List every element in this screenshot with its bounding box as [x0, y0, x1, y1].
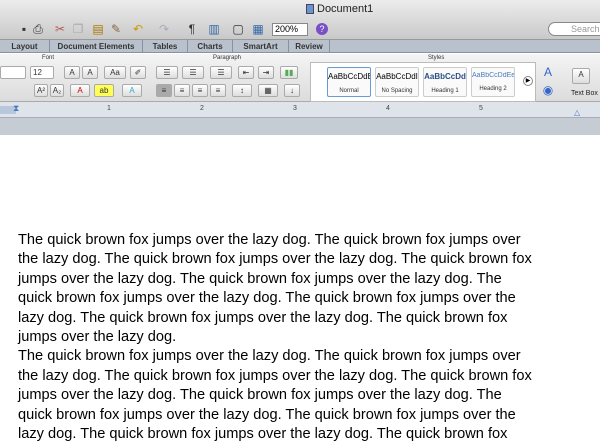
text-line: the lazy dog. The quick brown fox jumps …: [18, 367, 532, 384]
grow-font-button[interactable]: A: [64, 66, 80, 79]
styles-gallery: AaBbCcDdE Normal AaBbCcDdI No Spacing AaBb…: [310, 62, 536, 102]
columns-button[interactable]: ▮▮: [280, 66, 298, 79]
borders-button[interactable]: ▦: [258, 84, 278, 97]
text-line: jumps over the lazy dog. The quick brown…: [18, 270, 502, 287]
paste-icon[interactable]: ▤: [90, 21, 106, 37]
multilevel-list-button[interactable]: ☰: [210, 66, 232, 79]
clear-formatting-button[interactable]: ✐: [130, 66, 146, 79]
right-indent-icon[interactable]: △: [574, 108, 580, 117]
document-page[interactable]: The quick brown fox jumps over the lazy …: [0, 135, 600, 442]
sort-button[interactable]: ↓: [284, 84, 300, 97]
gallery-icon[interactable]: ▢: [230, 21, 246, 37]
ribbon: Font Paragraph Styles 12 A A Aa ✐ A² A₂ …: [0, 54, 600, 102]
indent-marker-icon[interactable]: ⧗: [13, 103, 19, 114]
style-heading-2[interactable]: AaBbCcDdEe Heading 2: [471, 67, 515, 97]
increase-indent-button[interactable]: ⇥: [258, 66, 274, 79]
text-box-label[interactable]: Text Box: [571, 90, 598, 97]
copy-icon[interactable]: ❐: [70, 21, 86, 37]
text-line: lazy dog. The quick brown fox jumps over…: [18, 309, 508, 326]
style-normal[interactable]: AaBbCcDdE Normal: [327, 67, 371, 97]
shrink-font-button[interactable]: A: [82, 66, 98, 79]
window-title: Document1: [306, 3, 373, 15]
style-heading-1[interactable]: AaBbCcDd Heading 1: [423, 67, 467, 97]
font-name-input[interactable]: [0, 66, 26, 79]
zoom-select[interactable]: 200%: [272, 23, 308, 36]
decrease-indent-button[interactable]: ⇤: [238, 66, 254, 79]
pilcrow-icon[interactable]: ¶: [184, 21, 200, 37]
text-line: The quick brown fox jumps over the lazy …: [18, 348, 521, 365]
change-case-button[interactable]: Aa: [104, 66, 126, 79]
styles-group-label: Styles: [428, 55, 445, 61]
align-right-button[interactable]: ≡: [192, 84, 208, 97]
ribbon-tabs: Layout Document Elements Tables Charts S…: [0, 40, 600, 53]
justify-button[interactable]: ≡: [210, 84, 226, 97]
shape-icon[interactable]: ◉: [540, 82, 556, 98]
text-effects-button[interactable]: A: [122, 84, 142, 97]
subscript-button[interactable]: A₂: [50, 84, 64, 97]
tab-smartart[interactable]: SmartArt: [233, 40, 289, 52]
bullets-button[interactable]: ☰: [156, 66, 178, 79]
tab-tables[interactable]: Tables: [143, 40, 188, 52]
format-painter-icon[interactable]: ✎: [108, 21, 124, 37]
sidebar-icon[interactable]: ▥: [206, 21, 222, 37]
text-box-icon[interactable]: A: [572, 68, 590, 84]
align-center-button[interactable]: ≡: [174, 84, 190, 97]
tab-document-elements[interactable]: Document Elements: [50, 40, 143, 52]
title-bar: Document1 ▪ ⎙ ✂ ❐ ▤ ✎ ↶ ↷ ¶ ▥ ▢ ▦ 200% ?…: [0, 0, 600, 40]
text-line: jumps over the lazy dog. The quick brown…: [18, 387, 502, 404]
paragraph-group-label: Paragraph: [213, 55, 242, 61]
align-left-button[interactable]: ≡: [156, 84, 172, 97]
tab-charts[interactable]: Charts: [188, 40, 233, 52]
undo-icon[interactable]: ↶: [130, 21, 146, 37]
search-input[interactable]: Search: [548, 22, 600, 36]
style-no-spacing[interactable]: AaBbCcDdI No Spacing: [375, 67, 419, 97]
tab-layout[interactable]: Layout: [0, 40, 50, 52]
page-gap: [0, 118, 600, 135]
font-color-button[interactable]: A: [70, 84, 90, 97]
document-body[interactable]: The quick brown fox jumps over the lazy …: [18, 231, 588, 444]
superscript-button[interactable]: A²: [34, 84, 48, 97]
help-icon[interactable]: ?: [316, 23, 328, 35]
text-line: the lazy dog. The quick brown fox jumps …: [18, 251, 532, 268]
text-line: quick brown fox jumps over the lazy dog.…: [18, 290, 516, 307]
print-icon[interactable]: ⎙: [30, 21, 46, 37]
numbering-button[interactable]: ☰: [182, 66, 204, 79]
cut-icon[interactable]: ✂: [52, 21, 68, 37]
highlight-button[interactable]: ab: [94, 84, 114, 97]
ruler: ⧗ 1 2 3 4 5 △: [0, 102, 600, 118]
text-line: jumps over the lazy dog.: [18, 329, 177, 346]
text-styles-icon[interactable]: A: [540, 64, 556, 80]
styles-next-icon[interactable]: ▶: [523, 76, 533, 86]
font-size-input[interactable]: 12: [30, 66, 54, 79]
text-line: quick brown fox jumps over the lazy dog.…: [18, 406, 516, 423]
line-spacing-button[interactable]: ↕: [232, 84, 252, 97]
text-line: The quick brown fox jumps over the lazy …: [18, 232, 521, 248]
font-group-label: Font: [42, 55, 55, 61]
publish-icon[interactable]: ▦: [250, 21, 266, 37]
tab-review[interactable]: Review: [289, 40, 330, 52]
document-icon: [306, 4, 314, 14]
redo-icon[interactable]: ↷: [156, 21, 172, 37]
text-line: lazy dog. The quick brown fox jumps over…: [18, 426, 508, 443]
